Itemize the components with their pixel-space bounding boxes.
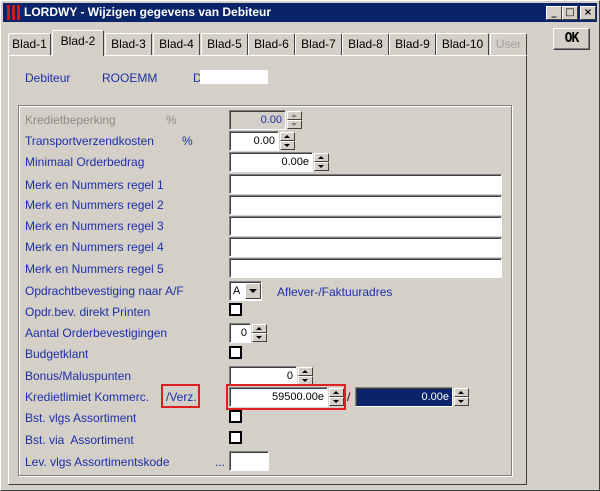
minimaal-orderbedrag-spinner[interactable] xyxy=(313,153,329,171)
kredietlimiet-label: Kredietlimiet Kommerc. xyxy=(25,390,149,404)
close-icon[interactable]: × xyxy=(580,6,596,20)
title-bar[interactable]: LORDWY - Wijzigen gegevens van Debiteur … xyxy=(3,3,597,22)
merk-regel-4-label: Merk en Nummers regel 4 xyxy=(25,240,164,254)
opdrachtbevestiging-description: Aflever-/Faktuuradres xyxy=(277,285,393,299)
bst-vlgs-assortiment-label: Bst. vlgs Assortiment xyxy=(25,411,137,425)
budgetklant-checkbox[interactable] xyxy=(229,346,242,359)
bonus-maluspunten-label: Bonus/Maluspunten xyxy=(25,369,132,383)
lev-vlgs-assortimentskode-label: Lev. vlgs Assortimentskode xyxy=(25,455,170,469)
kredietlimiet-verz-input[interactable]: 0.00e xyxy=(355,387,453,407)
minimize-icon[interactable]: _ xyxy=(546,6,562,20)
ok-button[interactable]: OK xyxy=(553,28,590,50)
app-icon xyxy=(6,5,20,20)
kredietbeperking-spinner xyxy=(286,111,302,129)
merk-regel-2-input[interactable] xyxy=(229,195,502,215)
minimaal-orderbedrag-label: Minimaal Orderbedrag xyxy=(25,155,145,169)
minimaal-orderbedrag-input[interactable]: 0.00e xyxy=(229,152,313,172)
kredietbeperking-label: Kredietbeperking xyxy=(25,113,116,127)
transportverzendkosten-unit: % xyxy=(182,134,193,148)
tab-user: User xyxy=(490,33,527,55)
tab-blad-9[interactable]: Blad-9 xyxy=(389,33,436,55)
lev-vlgs-assortimentskode-ellipsis: ... xyxy=(215,455,226,469)
tab-blad-10[interactable]: Blad-10 xyxy=(436,33,489,55)
merk-regel-1-input[interactable] xyxy=(229,174,502,194)
kredietlimiet-label-kommerc: Kredietlimiet Kommerc. xyxy=(25,390,150,404)
window: LORDWY - Wijzigen gegevens van Debiteur … xyxy=(0,0,600,491)
bonus-maluspunten-input[interactable]: 0 xyxy=(229,366,297,386)
kredietlimiet-verz-spinner[interactable] xyxy=(453,388,469,406)
merk-regel-5-label: Merk en Nummers regel 5 xyxy=(25,262,164,276)
debiteur-label: Debiteur xyxy=(25,71,71,85)
aantal-orderbevestigingen-spinner[interactable] xyxy=(251,324,267,342)
opdrachtbevestiging-label: Opdrachtbevestiging naar A/F xyxy=(25,284,184,298)
opdr-direkt-printen-label: Opdr.bev. direkt Printen xyxy=(25,305,151,319)
debiteur-code: ROOEMM xyxy=(102,71,158,85)
bst-vlgs-assortiment-checkbox[interactable] xyxy=(229,410,242,423)
bonus-maluspunten-spinner[interactable] xyxy=(297,367,313,385)
chevron-down-icon[interactable] xyxy=(245,283,261,299)
transportverzendkosten-spinner[interactable] xyxy=(279,132,295,150)
verz-highlight-box xyxy=(161,384,200,408)
tab-blad-8[interactable]: Blad-8 xyxy=(342,33,389,55)
tab-blad-5[interactable]: Blad-5 xyxy=(201,33,248,55)
tab-blad-7[interactable]: Blad-7 xyxy=(295,33,342,55)
window-title: LORDWY - Wijzigen gegevens van Debiteur xyxy=(24,5,272,19)
maximize-icon[interactable]: □ xyxy=(562,6,578,20)
tab-blad-6[interactable]: Blad-6 xyxy=(248,33,295,55)
kredietlimiet-highlight-box xyxy=(226,384,346,410)
transportverzendkosten-label: Transportverzendkosten xyxy=(25,134,154,148)
bst-via-assortiment-label: Bst. via Assortiment xyxy=(25,433,134,447)
bst-via-assortiment-checkbox[interactable] xyxy=(229,431,242,444)
budgetklant-label: Budgetklant xyxy=(25,347,89,361)
aantal-orderbevestigingen-label: Aantal Orderbevestigingen xyxy=(25,326,168,340)
kredietlimiet-separator: / xyxy=(347,390,351,404)
merk-regel-2-label: Merk en Nummers regel 2 xyxy=(25,198,164,212)
merk-regel-4-input[interactable] xyxy=(229,237,502,257)
kredietbeperking-unit: % xyxy=(166,113,177,127)
opdr-direkt-printen-checkbox[interactable] xyxy=(229,303,242,316)
merk-regel-5-input[interactable] xyxy=(229,258,502,278)
lev-vlgs-assortimentskode-input[interactable] xyxy=(229,451,269,471)
tab-blad-3[interactable]: Blad-3 xyxy=(105,33,152,55)
merk-regel-3-label: Merk en Nummers regel 3 xyxy=(25,219,164,233)
transportverzendkosten-input[interactable]: 0.00 xyxy=(229,131,279,151)
debiteur-name-field xyxy=(200,70,268,84)
tab-blad-2[interactable]: Blad-2 xyxy=(52,30,104,56)
merk-regel-1-label: Merk en Nummers regel 1 xyxy=(25,178,164,192)
tab-blad-4[interactable]: Blad-4 xyxy=(153,33,200,55)
merk-regel-3-input[interactable] xyxy=(229,216,502,236)
kredietbeperking-input: 0.00 xyxy=(229,110,286,130)
aantal-orderbevestigingen-input[interactable]: 0 xyxy=(229,323,251,343)
tab-blad-1[interactable]: Blad-1 xyxy=(8,33,51,55)
